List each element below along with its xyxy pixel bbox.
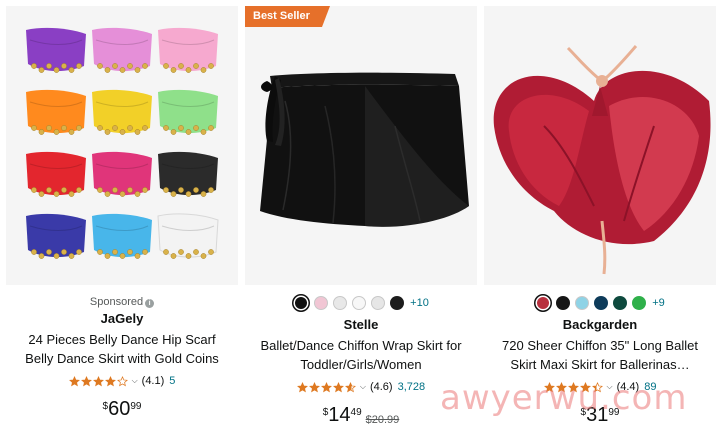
product-card-1[interactable]: Sponsored i JaGely 24 Pieces Belly Dance …	[6, 6, 238, 429]
price: $ 60 99	[103, 398, 142, 420]
more-colors-link[interactable]: +10	[410, 297, 429, 309]
star-icon	[68, 375, 80, 386]
color-swatch[interactable]	[537, 297, 550, 309]
price-whole: 14	[328, 404, 351, 426]
scarf-item	[26, 151, 86, 197]
scarf-item	[92, 213, 152, 259]
chevron-down-icon[interactable]: ⌵	[360, 382, 366, 392]
product-image[interactable]	[484, 6, 716, 285]
review-count-link[interactable]: 3,728	[398, 381, 426, 393]
list-price: $20.99	[365, 414, 400, 426]
star-icon	[80, 375, 92, 386]
scarf-item	[26, 89, 86, 135]
product-title[interactable]: 720 Sheer Chiffon 35" Long Ballet Skirt …	[494, 336, 706, 374]
red-chiffon-dancer-image	[493, 45, 711, 275]
chevron-down-icon[interactable]: ⌵	[132, 376, 138, 386]
star-icon	[296, 381, 308, 392]
price-fraction: 49	[350, 407, 362, 418]
star-icon	[320, 381, 332, 392]
rating-value: (4.6)	[369, 381, 393, 393]
product-title[interactable]: 24 Pieces Belly Dance Hip Scarf Belly Da…	[16, 330, 228, 368]
star-icon	[344, 381, 356, 392]
star-icon	[332, 381, 344, 392]
review-count-link[interactable]: 5	[169, 375, 175, 387]
product-image[interactable]	[6, 6, 238, 285]
scarf-item	[158, 27, 218, 73]
price-fraction: 99	[130, 401, 142, 412]
best-seller-badge: Best Seller	[245, 6, 330, 27]
scarf-item	[26, 213, 86, 259]
product-title[interactable]: Ballet/Dance Chiffon Wrap Skirt for Todd…	[255, 336, 467, 374]
star-icon	[308, 381, 320, 392]
scarf-item	[92, 27, 152, 73]
star-rating[interactable]	[68, 375, 128, 387]
scarf-item	[158, 151, 218, 197]
scarf-item	[92, 89, 152, 135]
color-swatch[interactable]	[333, 296, 348, 310]
scarf-item	[92, 151, 152, 197]
info-icon[interactable]: i	[145, 299, 155, 308]
color-swatches: +10	[245, 295, 477, 311]
star-rating[interactable]	[296, 381, 356, 393]
brand-name: JaGely	[100, 311, 144, 326]
color-swatch[interactable]	[390, 296, 405, 310]
watermark: awyerwu.com	[440, 378, 688, 418]
black-wrap-skirt-image	[260, 72, 469, 227]
color-swatch[interactable]	[594, 296, 609, 310]
product-card-2[interactable]: Best Seller +10 Stelle Ballet/Dance Chif…	[245, 6, 477, 429]
brand-name: Backgarden	[562, 317, 638, 332]
brand-name: Stelle	[343, 317, 379, 332]
star-icon	[116, 375, 128, 386]
sponsored-label[interactable]: Sponsored i	[6, 295, 238, 309]
color-swatch[interactable]	[295, 297, 308, 309]
scarf-item	[26, 27, 86, 73]
rating-row[interactable]: ⌵ (4.1) 5	[6, 373, 238, 389]
color-swatch[interactable]	[314, 296, 329, 310]
color-swatch[interactable]	[632, 296, 647, 310]
price: $ 14 49	[323, 404, 362, 426]
more-colors-link[interactable]: +9	[652, 297, 665, 309]
scarf-item	[157, 213, 219, 259]
scarf-item	[158, 89, 218, 135]
color-swatch[interactable]	[556, 296, 571, 310]
color-swatch[interactable]	[575, 296, 590, 310]
color-swatch[interactable]	[371, 296, 386, 310]
sponsored-text: Sponsored	[89, 296, 144, 308]
color-swatch[interactable]	[613, 296, 628, 310]
product-card-3[interactable]: +9 Backgarden 720 Sheer Chiffon 35" Long…	[484, 6, 716, 429]
star-icon	[92, 375, 104, 386]
price-whole: 60	[108, 398, 131, 420]
belly-dance-scarves-image	[26, 27, 219, 259]
price-row[interactable]: $ 60 99	[6, 398, 238, 422]
color-swatch[interactable]	[352, 296, 367, 310]
star-icon	[104, 375, 116, 386]
color-swatches: +9	[484, 295, 716, 311]
rating-value: (4.1)	[141, 375, 165, 387]
product-image[interactable]	[245, 6, 477, 285]
